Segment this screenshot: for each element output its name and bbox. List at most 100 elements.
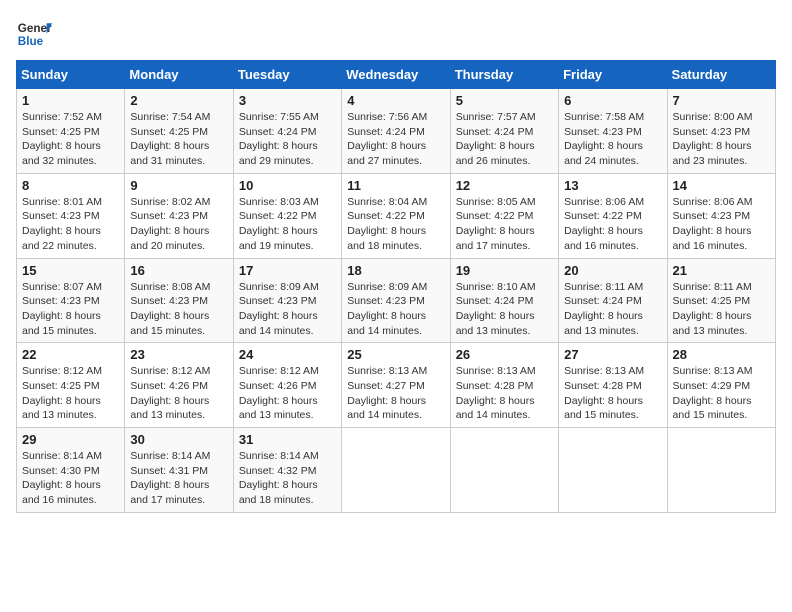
logo-icon: General Blue [16,16,52,52]
week-row-1: 1 Sunrise: 7:52 AMSunset: 4:25 PMDaylight… [17,89,776,174]
day-number: 14 [673,178,770,193]
day-info: Sunrise: 8:10 AMSunset: 4:24 PMDaylight:… [456,280,553,339]
calendar-table: SundayMondayTuesdayWednesdayThursdayFrid… [16,60,776,513]
day-cell: 16 Sunrise: 8:08 AMSunset: 4:23 PMDayligh… [125,258,233,343]
day-cell [559,428,667,513]
day-info: Sunrise: 8:02 AMSunset: 4:23 PMDaylight:… [130,195,227,254]
day-info: Sunrise: 8:12 AMSunset: 4:25 PMDaylight:… [22,364,119,423]
day-number: 18 [347,263,444,278]
day-cell: 11 Sunrise: 8:04 AMSunset: 4:22 PMDayligh… [342,173,450,258]
day-number: 20 [564,263,661,278]
day-number: 29 [22,432,119,447]
day-cell [342,428,450,513]
day-cell: 31 Sunrise: 8:14 AMSunset: 4:32 PMDayligh… [233,428,341,513]
day-number: 11 [347,178,444,193]
day-number: 3 [239,93,336,108]
day-number: 26 [456,347,553,362]
day-info: Sunrise: 8:11 AMSunset: 4:24 PMDaylight:… [564,280,661,339]
day-number: 16 [130,263,227,278]
day-number: 9 [130,178,227,193]
day-cell: 18 Sunrise: 8:09 AMSunset: 4:23 PMDayligh… [342,258,450,343]
day-info: Sunrise: 7:54 AMSunset: 4:25 PMDaylight:… [130,110,227,169]
weekday-header-wednesday: Wednesday [342,61,450,89]
day-info: Sunrise: 8:09 AMSunset: 4:23 PMDaylight:… [239,280,336,339]
day-number: 19 [456,263,553,278]
day-cell: 30 Sunrise: 8:14 AMSunset: 4:31 PMDayligh… [125,428,233,513]
day-number: 15 [22,263,119,278]
weekday-header-sunday: Sunday [17,61,125,89]
day-info: Sunrise: 7:56 AMSunset: 4:24 PMDaylight:… [347,110,444,169]
day-cell: 7 Sunrise: 8:00 AMSunset: 4:23 PMDaylight… [667,89,775,174]
day-info: Sunrise: 8:01 AMSunset: 4:23 PMDaylight:… [22,195,119,254]
day-cell: 9 Sunrise: 8:02 AMSunset: 4:23 PMDaylight… [125,173,233,258]
day-cell: 24 Sunrise: 8:12 AMSunset: 4:26 PMDayligh… [233,343,341,428]
day-number: 2 [130,93,227,108]
logo: General Blue [16,16,52,52]
day-cell: 27Sunrise: 8:13 AMSunset: 4:28 PMDayligh… [559,343,667,428]
day-number: 13 [564,178,661,193]
day-number: 21 [673,263,770,278]
day-info: Sunrise: 8:14 AMSunset: 4:31 PMDaylight:… [130,449,227,508]
day-number: 31 [239,432,336,447]
day-info: Sunrise: 8:14 AMSunset: 4:32 PMDaylight:… [239,449,336,508]
week-row-2: 8 Sunrise: 8:01 AMSunset: 4:23 PMDaylight… [17,173,776,258]
day-number: 22 [22,347,119,362]
day-info: Sunrise: 8:08 AMSunset: 4:23 PMDaylight:… [130,280,227,339]
day-info: Sunrise: 8:12 AMSunset: 4:26 PMDaylight:… [130,364,227,423]
day-cell: 14 Sunrise: 8:06 AMSunset: 4:23 PMDayligh… [667,173,775,258]
weekday-header-thursday: Thursday [450,61,558,89]
day-cell: 1 Sunrise: 7:52 AMSunset: 4:25 PMDaylight… [17,89,125,174]
day-cell: 3 Sunrise: 7:55 AMSunset: 4:24 PMDaylight… [233,89,341,174]
day-cell: 28 Sunrise: 8:13 AMSunset: 4:29 PMDayligh… [667,343,775,428]
day-cell: 26Sunrise: 8:13 AMSunset: 4:28 PMDayligh… [450,343,558,428]
day-info: Sunrise: 8:06 AMSunset: 4:23 PMDaylight:… [673,195,770,254]
day-info: Sunrise: 8:03 AMSunset: 4:22 PMDaylight:… [239,195,336,254]
day-cell: 25 Sunrise: 8:13 AMSunset: 4:27 PMDayligh… [342,343,450,428]
day-cell: 10 Sunrise: 8:03 AMSunset: 4:22 PMDayligh… [233,173,341,258]
weekday-header-monday: Monday [125,61,233,89]
day-number: 30 [130,432,227,447]
day-number: 8 [22,178,119,193]
day-number: 1 [22,93,119,108]
day-info: Sunrise: 8:12 AMSunset: 4:26 PMDaylight:… [239,364,336,423]
page-header: General Blue [16,16,776,52]
day-cell [450,428,558,513]
weekday-header-friday: Friday [559,61,667,89]
day-cell: 17 Sunrise: 8:09 AMSunset: 4:23 PMDayligh… [233,258,341,343]
day-info: Sunrise: 8:06 AMSunset: 4:22 PMDaylight:… [564,195,661,254]
day-number: 23 [130,347,227,362]
day-info: Sunrise: 8:13 AMSunset: 4:27 PMDaylight:… [347,364,444,423]
day-number: 7 [673,93,770,108]
day-number: 17 [239,263,336,278]
day-number: 25 [347,347,444,362]
day-info: Sunrise: 8:05 AMSunset: 4:22 PMDaylight:… [456,195,553,254]
day-cell: 8 Sunrise: 8:01 AMSunset: 4:23 PMDaylight… [17,173,125,258]
day-cell: 29 Sunrise: 8:14 AMSunset: 4:30 PMDayligh… [17,428,125,513]
day-info: Sunrise: 7:57 AMSunset: 4:24 PMDaylight:… [456,110,553,169]
day-number: 5 [456,93,553,108]
week-row-3: 15 Sunrise: 8:07 AMSunset: 4:23 PMDayligh… [17,258,776,343]
day-number: 6 [564,93,661,108]
day-cell: 15 Sunrise: 8:07 AMSunset: 4:23 PMDayligh… [17,258,125,343]
day-info: Sunrise: 7:55 AMSunset: 4:24 PMDaylight:… [239,110,336,169]
day-info: Sunrise: 8:13 AMSunset: 4:28 PMDaylight:… [564,364,661,423]
day-info: Sunrise: 8:07 AMSunset: 4:23 PMDaylight:… [22,280,119,339]
day-info: Sunrise: 8:04 AMSunset: 4:22 PMDaylight:… [347,195,444,254]
day-info: Sunrise: 7:52 AMSunset: 4:25 PMDaylight:… [22,110,119,169]
day-info: Sunrise: 7:58 AMSunset: 4:23 PMDaylight:… [564,110,661,169]
day-info: Sunrise: 8:13 AMSunset: 4:29 PMDaylight:… [673,364,770,423]
day-number: 4 [347,93,444,108]
day-cell: 22 Sunrise: 8:12 AMSunset: 4:25 PMDayligh… [17,343,125,428]
day-info: Sunrise: 8:00 AMSunset: 4:23 PMDaylight:… [673,110,770,169]
day-cell: 19 Sunrise: 8:10 AMSunset: 4:24 PMDayligh… [450,258,558,343]
weekday-header-row: SundayMondayTuesdayWednesdayThursdayFrid… [17,61,776,89]
day-cell: 4 Sunrise: 7:56 AMSunset: 4:24 PMDaylight… [342,89,450,174]
day-cell: 2 Sunrise: 7:54 AMSunset: 4:25 PMDaylight… [125,89,233,174]
day-number: 24 [239,347,336,362]
day-cell: 5 Sunrise: 7:57 AMSunset: 4:24 PMDaylight… [450,89,558,174]
day-number: 28 [673,347,770,362]
day-number: 10 [239,178,336,193]
day-number: 12 [456,178,553,193]
day-info: Sunrise: 8:14 AMSunset: 4:30 PMDaylight:… [22,449,119,508]
day-info: Sunrise: 8:09 AMSunset: 4:23 PMDaylight:… [347,280,444,339]
